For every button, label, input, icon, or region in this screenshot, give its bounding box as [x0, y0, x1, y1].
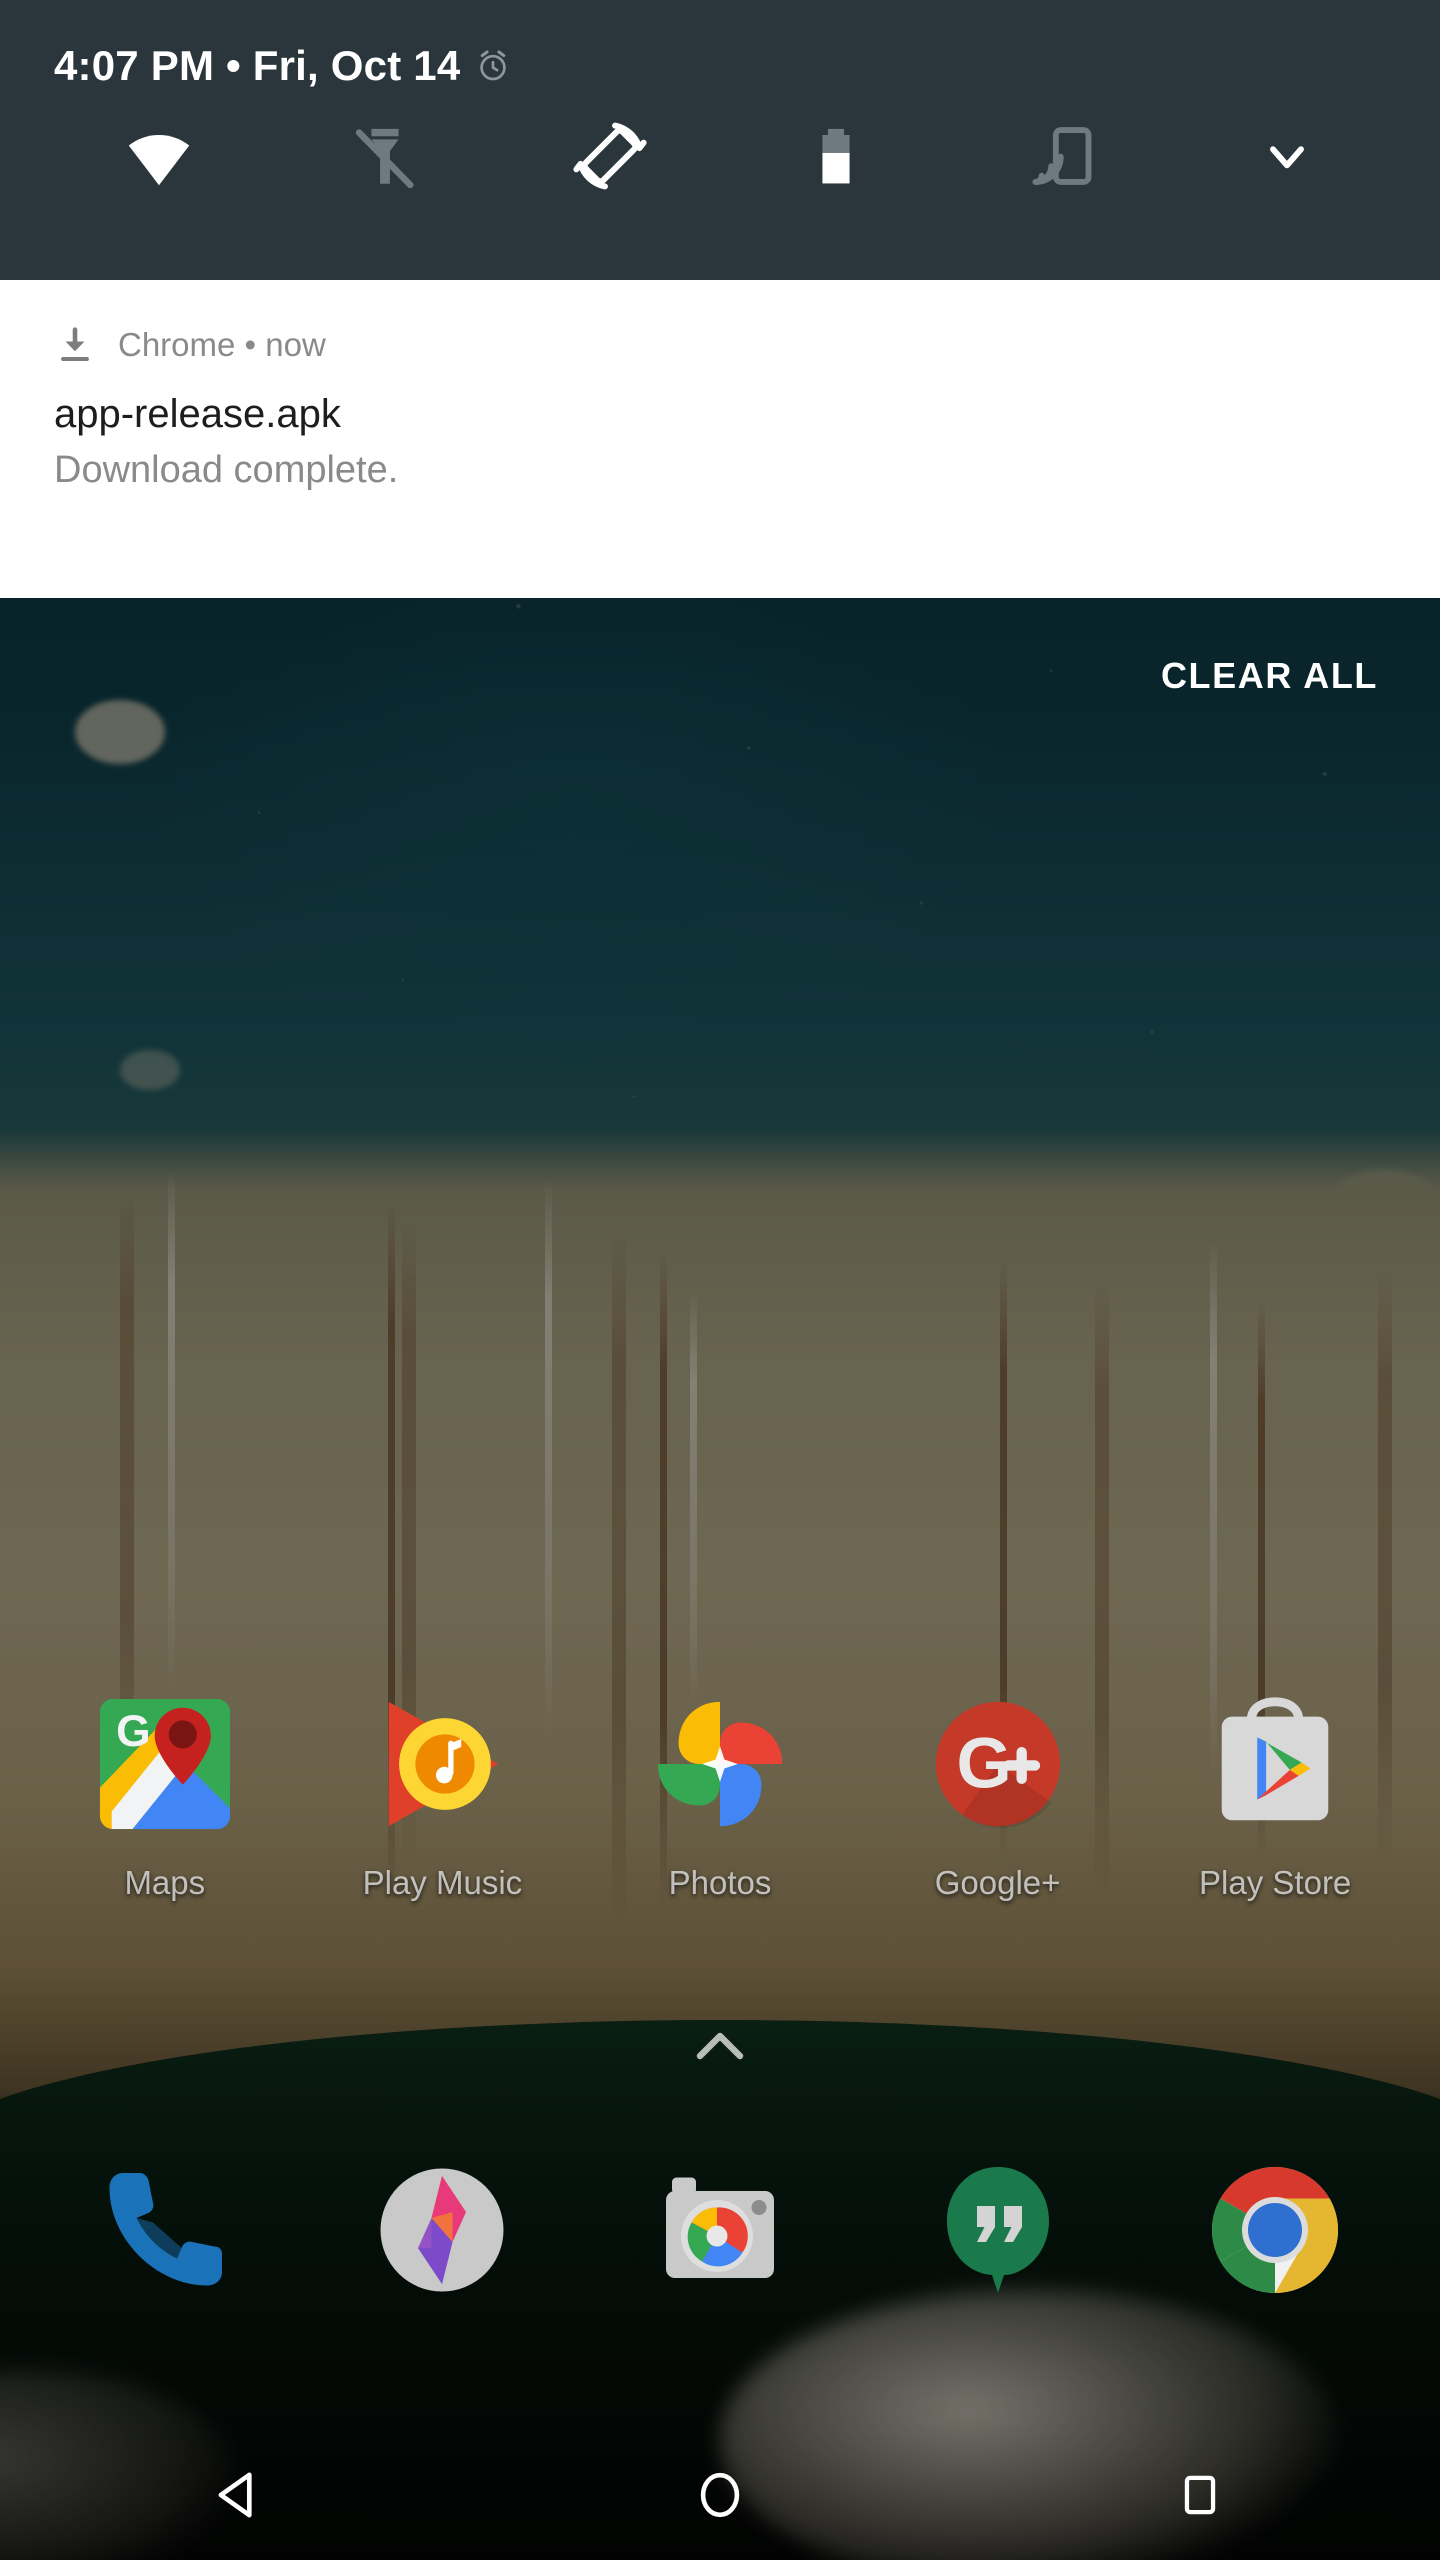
chrome-icon: [1212, 2167, 1339, 2293]
app-icon-play-music[interactable]: Play Music: [327, 1690, 557, 1902]
dock-icon-snapseed[interactable]: [327, 2155, 557, 2305]
dock-icon-phone[interactable]: [50, 2155, 280, 2305]
phone-icon: [109, 2173, 222, 2286]
homescreen-dock: [0, 2155, 1440, 2305]
google-play-music-icon: [389, 1701, 499, 1827]
google-photos-icon: [657, 1701, 783, 1827]
status-bar-datetime: 4:07 PM • Fri, Oct 14: [54, 42, 461, 89]
snapseed-icon: [380, 2168, 504, 2292]
nav-button-back[interactable]: [0, 2464, 480, 2526]
app-label: Photos: [668, 1864, 772, 1901]
app-drawer-handle[interactable]: [0, 2022, 1440, 2068]
app-label: Play Music: [362, 1864, 523, 1901]
flashlight-off-icon: [355, 128, 414, 189]
quick-settings-tile-row: [0, 112, 1440, 200]
google-plus-icon: G: [935, 1701, 1060, 1828]
status-bar-clock-row: 4:07 PM • Fri, Oct 14: [0, 0, 1440, 90]
qs-tile-wifi[interactable]: [46, 112, 272, 200]
quick-settings-header: 4:07 PM • Fri, Oct 14: [0, 0, 1440, 280]
app-label: Play Store: [1199, 1864, 1352, 1901]
cast-icon: [1032, 127, 1091, 185]
home-circle-icon: [700, 2472, 740, 2518]
qs-tile-expand[interactable]: [1174, 112, 1400, 200]
svg-text:G: G: [116, 1707, 151, 1756]
app-label: Google+: [934, 1864, 1061, 1901]
app-label: Maps: [124, 1864, 206, 1901]
qs-tile-cast[interactable]: [949, 112, 1175, 200]
google-maps-icon: G: [99, 1698, 230, 1830]
dock-icon-hangouts[interactable]: [883, 2155, 1113, 2305]
google-play-store-icon: [1221, 1697, 1329, 1821]
notification-header: Chrome • now: [0, 280, 1440, 366]
dock-icon-camera[interactable]: [605, 2155, 835, 2305]
wifi-icon: [128, 135, 190, 186]
dock-icon-chrome[interactable]: [1160, 2155, 1390, 2305]
app-icon-google-plus[interactable]: G Google+: [883, 1690, 1113, 1902]
qs-tile-flashlight[interactable]: [272, 112, 498, 200]
app-icon-photos[interactable]: Photos: [605, 1690, 835, 1902]
clear-all-button[interactable]: CLEAR ALL: [1161, 655, 1378, 697]
navigation-bar: [0, 2430, 1440, 2560]
homescreen-app-row: G Maps Play Music Photos G Google+ Play …: [0, 1690, 1440, 1902]
download-icon: [61, 327, 89, 362]
app-icon-play-store[interactable]: Play Store: [1160, 1690, 1390, 1902]
qs-tile-battery[interactable]: [723, 112, 949, 200]
auto-rotate-icon: [573, 122, 647, 190]
chevron-down-icon: [1270, 146, 1305, 169]
battery-icon: [822, 128, 850, 184]
nav-button-home[interactable]: [480, 2466, 960, 2524]
camera-icon: [665, 2177, 774, 2278]
recents-square-icon: [1184, 2475, 1216, 2515]
notification-body: Download complete.: [54, 449, 399, 491]
alarm-clock-icon: [480, 50, 507, 81]
notification-app-and-time: Chrome • now: [118, 326, 326, 363]
chevron-up-icon: [696, 2032, 744, 2060]
nav-button-recents[interactable]: [960, 2468, 1440, 2522]
notification-title: app-release.apk: [54, 392, 341, 436]
back-triangle-icon: [218, 2472, 252, 2518]
hangouts-icon: [946, 2167, 1049, 2293]
notification-card[interactable]: Chrome • now app-release.apk Download co…: [0, 280, 1440, 598]
qs-tile-auto-rotate[interactable]: [497, 112, 723, 200]
app-icon-maps[interactable]: G Maps: [50, 1690, 280, 1902]
